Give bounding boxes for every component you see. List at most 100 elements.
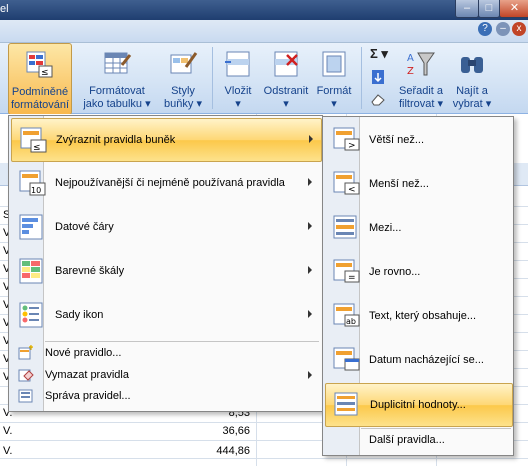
between-icon <box>333 215 357 239</box>
submenu-item-label: Další pravidla... <box>369 434 445 446</box>
cell-styles-icon <box>170 52 198 74</box>
menu-item-new-rule[interactable]: Nové pravidlo... <box>11 343 320 364</box>
submenu-item-more-rules[interactable]: Další pravidla... <box>325 430 511 452</box>
cell-a[interactable]: V. <box>3 445 12 457</box>
top-bottom-rules-icon: 10 <box>19 170 46 196</box>
delete-label2: ▾ <box>283 98 289 110</box>
submenu-item-greater-than[interactable]: > Větší než... <box>325 119 511 161</box>
equal-to-icon: = <box>333 259 360 283</box>
sort-filter-label2: filtrovat ▾ <box>398 98 444 110</box>
submenu-item-label: Duplicitní hodnoty... <box>370 399 466 411</box>
insert-button[interactable]: Vložit ▾ <box>218 43 258 113</box>
menu-item-label: Barevné škály <box>55 265 125 277</box>
format-label2: ▾ <box>331 98 337 110</box>
data-bars-icon <box>19 214 43 240</box>
ribbon-tab-strip <box>0 20 528 43</box>
submenu-item-equal-to[interactable]: = Je rovno... <box>325 251 511 293</box>
menu-item-label: Datové čáry <box>55 221 114 233</box>
row-gridline <box>0 458 528 459</box>
manage-rules-icon <box>18 389 33 403</box>
conditional-formatting-button[interactable]: ≤ Podmíněné formátování ▾ <box>8 43 72 124</box>
delete-label1: Odstranit <box>263 85 309 97</box>
menu-item-label: Nové pravidlo... <box>45 347 122 359</box>
menu-item-highlight-cells-rules[interactable]: ≤ Zvýraznit pravidla buněk <box>11 118 322 162</box>
sigma-icon: Σ ▾ <box>370 46 388 61</box>
fill-button[interactable] <box>366 67 396 87</box>
menu-item-label: Nejpoužívanější či nejméně používaná pra… <box>55 177 285 189</box>
menu-item-color-scales[interactable]: Barevné škály <box>11 250 320 292</box>
cell-value[interactable]: 444,86 <box>190 445 250 457</box>
submenu-item-between[interactable]: Mezi... <box>325 207 511 249</box>
cell-styles-button[interactable]: Styly buňky ▾ <box>160 43 206 113</box>
submenu-item-label: Větší než... <box>369 134 425 146</box>
svg-text:ab: ab <box>346 317 356 326</box>
binoculars-icon <box>461 57 483 73</box>
format-as-table-icon <box>104 52 132 74</box>
delete-icon <box>274 51 298 77</box>
fill-down-icon <box>372 70 384 84</box>
text-contains-icon: ab <box>333 303 360 327</box>
submenu-item-date-occurring[interactable]: Datum nacházející se... <box>325 339 511 381</box>
sort-filter-label1: Seřadit a <box>398 85 444 97</box>
cell-styles-label2: buňky ▾ <box>164 98 202 110</box>
format-as-table-button[interactable]: Formátovat jako tabulku ▾ <box>82 43 152 113</box>
cell-styles-label1: Styly <box>171 85 195 97</box>
sort-filter-icon: A Z <box>407 52 435 77</box>
find-select-label1: Najít a <box>456 85 488 97</box>
insert-label1: Vložit <box>224 85 252 97</box>
menu-item-icon-sets[interactable]: Sady ikon <box>11 294 320 336</box>
menu-item-data-bars[interactable]: Datové čáry <box>11 206 320 248</box>
svg-text:A: A <box>407 53 414 64</box>
maximize-button[interactable]: □ <box>478 0 500 18</box>
find-select-label2: vybrat ▾ <box>452 98 492 110</box>
autosum-button[interactable]: Σ ▾ <box>366 43 396 63</box>
menu-item-clear-rules[interactable]: Vymazat pravidla <box>11 365 320 386</box>
format-icon <box>322 51 346 77</box>
delete-button[interactable]: Odstranit ▾ <box>260 43 312 113</box>
menu-item-top-bottom-rules[interactable]: 10 Nejpoužívanější či nejméně používaná … <box>11 162 320 204</box>
submenu-arrow-icon <box>308 371 312 379</box>
color-scales-icon <box>19 258 43 284</box>
ribbon-home: ≤ Podmíněné formátování ▾ Formátovat jak… <box>0 43 528 124</box>
window-title: el <box>0 3 9 15</box>
submenu-item-label: Text, který obsahuje... <box>369 310 476 322</box>
menu-separator <box>361 428 511 429</box>
insert-label2: ▾ <box>235 98 241 110</box>
sort-filter-button[interactable]: A Z Seřadit a filtrovat ▾ <box>397 43 445 113</box>
new-rule-icon <box>18 345 33 360</box>
submenu-item-label: Mezi... <box>369 222 402 234</box>
highlight-cells-rules-icon: ≤ <box>20 127 47 153</box>
conditional-formatting-label1: Podmíněné <box>11 86 69 98</box>
submenu-item-label: Datum nacházející se... <box>369 354 484 366</box>
menu-separator <box>45 341 319 342</box>
clear-button[interactable] <box>366 89 396 109</box>
format-button[interactable]: Formát ▾ <box>312 43 356 113</box>
close-workbook-icon[interactable]: x <box>512 22 526 36</box>
cell-a[interactable]: V. <box>3 425 12 437</box>
submenu-item-label: Je rovno... <box>369 266 421 278</box>
date-occurring-icon <box>333 347 360 371</box>
menu-item-label: Správa pravidel... <box>45 390 131 402</box>
find-select-button[interactable]: Najít a vybrat ▾ <box>448 43 496 113</box>
submenu-arrow-icon <box>308 266 312 274</box>
icon-sets-icon <box>19 302 43 328</box>
close-button[interactable]: ✕ <box>499 0 528 18</box>
svg-text:≤: ≤ <box>41 68 49 78</box>
menu-item-label: Zvýraznit pravidla buněk <box>56 134 176 146</box>
submenu-item-duplicate-values[interactable]: Duplicitní hodnoty... <box>325 383 513 427</box>
help-icon[interactable]: ? <box>478 22 492 36</box>
minimize-button[interactable]: – <box>455 0 479 18</box>
ribbon-separator <box>212 47 213 109</box>
submenu-item-text-contains[interactable]: ab Text, který obsahuje... <box>325 295 511 337</box>
menu-item-manage-rules[interactable]: Správa pravidel... <box>11 386 320 407</box>
submenu-item-less-than[interactable]: < Menší než... <box>325 163 511 205</box>
eraser-icon <box>371 94 385 106</box>
conditional-formatting-menu: ≤ Zvýraznit pravidla buněk 10 Nejpoužíva… <box>8 115 323 412</box>
greater-than-icon: > <box>333 127 360 151</box>
minimize-ribbon-icon[interactable]: – <box>496 22 510 36</box>
svg-text:10: 10 <box>31 186 41 195</box>
ribbon-separator <box>361 47 362 109</box>
cell-value[interactable]: 36,66 <box>190 425 250 437</box>
submenu-arrow-icon <box>308 310 312 318</box>
conditional-formatting-icon: ≤ <box>26 51 53 78</box>
